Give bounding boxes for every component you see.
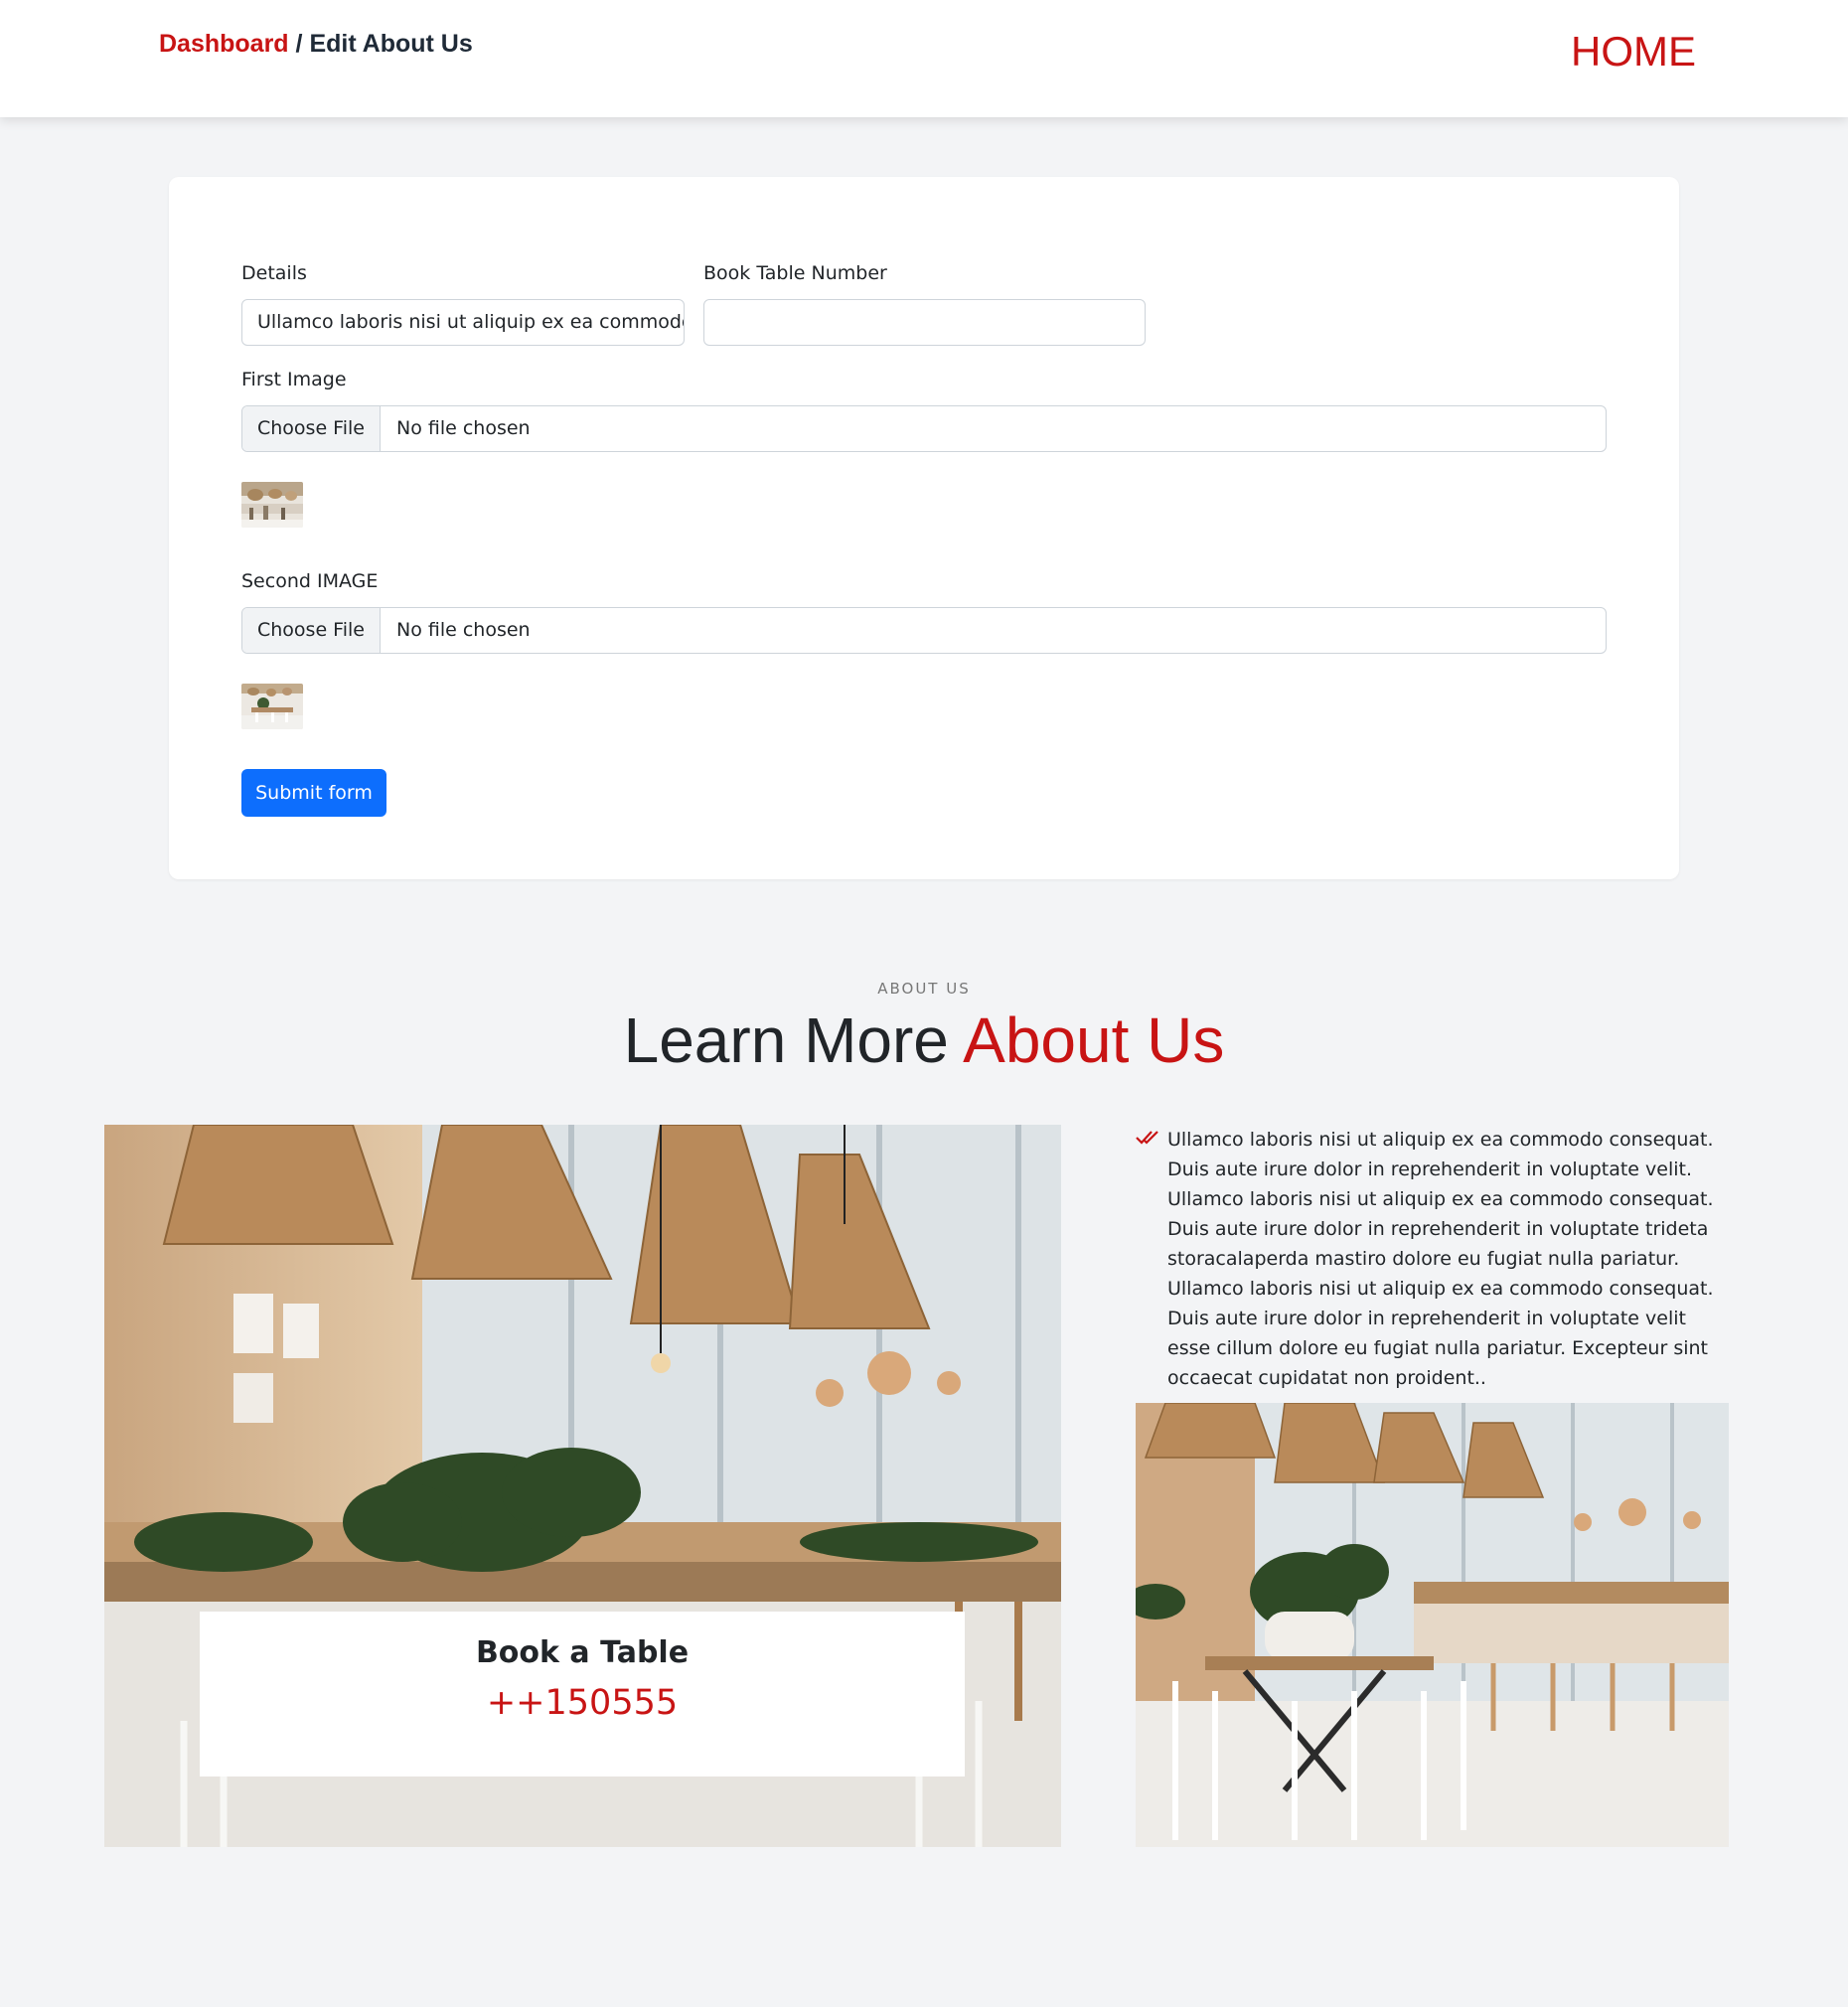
second-image-file-input[interactable]: Choose File No file chosen: [241, 607, 1607, 654]
breadcrumb-separator: /: [288, 30, 310, 58]
submit-form-button[interactable]: Submit form: [241, 769, 386, 817]
breadcrumb-dashboard-link[interactable]: Dashboard: [159, 30, 289, 58]
book-table-box: Book a Table ++150555: [200, 1612, 965, 1776]
first-image-label: First Image: [241, 369, 347, 390]
about-title-part1: Learn More: [623, 1004, 964, 1076]
second-image-file-status: No file chosen: [395, 619, 531, 641]
details-label: Details: [241, 262, 307, 284]
details-input[interactable]: Ullamco laboris nisi ut aliquip ex ea co…: [241, 299, 685, 346]
first-image-preview: [241, 482, 303, 528]
first-image-file-status: No file chosen: [395, 417, 531, 439]
edit-about-form-card: Details Ullamco laboris nisi ut aliquip …: [169, 177, 1679, 879]
book-table-number-input[interactable]: [703, 299, 1146, 346]
second-image-label: Second IMAGE: [241, 570, 379, 592]
book-table-title: Book a Table: [475, 1635, 690, 1670]
breadcrumb: Dashboard / Edit About Us: [159, 30, 473, 59]
book-table-number-label: Book Table Number: [703, 262, 887, 284]
about-title-accent: About Us: [963, 1004, 1225, 1076]
top-navbar: Dashboard / Edit About Us HOME: [0, 0, 1848, 117]
second-image-preview: [241, 684, 303, 729]
second-image-choose-file-button[interactable]: Choose File: [242, 608, 381, 653]
first-image-choose-file-button[interactable]: Choose File: [242, 406, 381, 451]
about-section-title: Learn More About Us: [0, 1004, 1848, 1077]
book-table-phone[interactable]: ++150555: [200, 1683, 965, 1723]
restaurant-secondary-photo: [1136, 1403, 1729, 1847]
about-description: Ullamco laboris nisi ut aliquip ex ea co…: [1167, 1129, 1714, 1389]
first-image-file-input[interactable]: Choose File No file chosen: [241, 405, 1607, 452]
about-section-subtitle: ABOUT US: [877, 980, 971, 998]
home-link[interactable]: HOME: [1571, 28, 1696, 76]
double-check-icon: [1135, 1128, 1160, 1148]
breadcrumb-current: Edit About Us: [309, 30, 473, 58]
